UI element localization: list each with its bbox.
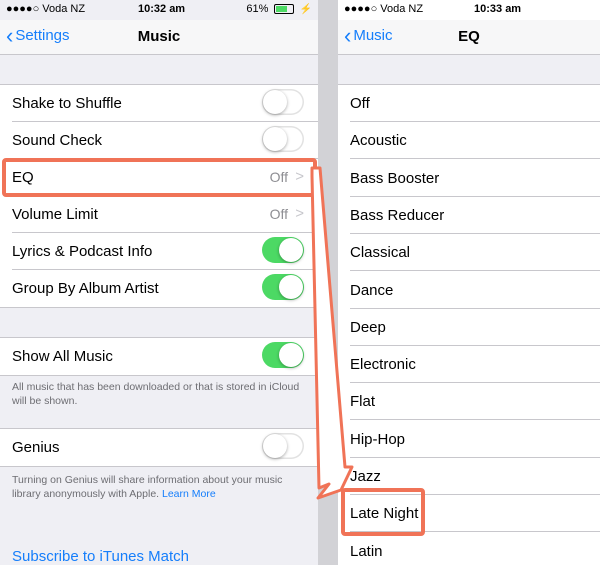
row-eq[interactable]: EQ Off > <box>0 159 318 196</box>
row-show-all-music: Show All Music <box>0 338 318 375</box>
eq-preset-label: Jazz <box>350 468 381 485</box>
eq-preset-item[interactable]: Jazz <box>338 458 600 495</box>
learn-more-link[interactable]: Learn More <box>162 488 216 500</box>
eq-preset-item[interactable]: Acoustic <box>338 122 600 160</box>
eq-preset-item[interactable]: Electronic <box>338 346 600 384</box>
eq-preset-item[interactable]: Off <box>338 85 600 122</box>
eq-preset-item[interactable]: Bass Booster <box>338 159 600 197</box>
row-shake-to-shuffle: Shake to Shuffle <box>0 85 318 122</box>
eq-preset-item[interactable]: Bass Reducer <box>338 196 600 234</box>
genius-footer-text: Turning on Genius will share information… <box>12 474 283 500</box>
eq-preset-label: Electronic <box>350 356 416 374</box>
eq-preset-item[interactable]: Dance <box>338 271 600 309</box>
eq-preset-label: Bass Booster <box>350 169 440 187</box>
battery-icon <box>274 4 295 15</box>
row-label: Shake to Shuffle <box>12 95 122 112</box>
row-label: Group By Album Artist <box>12 280 159 297</box>
row-volume-limit[interactable]: Volume Limit Off > <box>0 196 318 233</box>
eq-value: Off <box>269 169 288 185</box>
genius-toggle[interactable] <box>262 433 304 459</box>
status-time: 10:33 am <box>474 3 522 15</box>
battery-percent: 61% <box>246 3 269 15</box>
eq-preset-label: Hip-Hop <box>350 430 406 448</box>
row-label: Lyrics & Podcast Info <box>12 243 153 260</box>
row-label: EQ <box>12 169 34 186</box>
row-label: Genius <box>12 439 60 456</box>
eq-preset-label: Classical <box>350 244 411 262</box>
chevron-right-icon: > <box>295 205 304 222</box>
eq-preset-label: Acoustic <box>350 132 407 150</box>
subscribe-itunes-match-link[interactable]: Subscribe to iTunes Match <box>12 548 189 565</box>
genius-footer: Turning on Genius will share information… <box>12 473 308 501</box>
shake-to-shuffle-toggle[interactable] <box>262 89 304 115</box>
eq-screen: ●●●●○ Voda NZ 10:33 am ‹ Music EQ Off Acou… <box>338 0 600 565</box>
carrier-signal: ●●●●○ Voda NZ <box>6 3 86 15</box>
navigation-bar: ‹ Settings Music <box>0 20 318 55</box>
row-genius: Genius <box>0 429 318 466</box>
eq-preset-item[interactable]: Deep <box>338 308 600 346</box>
page-title: EQ <box>458 28 480 45</box>
eq-preset-label: Late Night <box>350 505 419 523</box>
row-label: Show All Music <box>12 348 113 365</box>
carrier-signal: ●●●●○ Voda NZ <box>344 3 424 15</box>
charging-icon: ⚡ <box>299 4 312 15</box>
eq-preset-label: Dance <box>350 281 394 299</box>
show-all-music-footer: All music that has been downloaded or th… <box>12 381 300 407</box>
status-time: 10:32 am <box>138 3 186 15</box>
eq-preset-item[interactable]: Classical <box>338 234 600 272</box>
status-bar: ●●●●○ Voda NZ 10:32 am 61% ⚡ <box>0 0 318 20</box>
navigation-bar: ‹ Music EQ <box>338 20 600 55</box>
row-sound-check: Sound Check <box>0 122 318 159</box>
page-title: Music <box>137 28 181 45</box>
show-all-music-toggle[interactable] <box>262 342 304 368</box>
eq-preset-label: Deep <box>350 318 386 336</box>
status-bar: ●●●●○ Voda NZ 10:33 am <box>338 0 600 20</box>
row-lyrics-podcast-info: Lyrics & Podcast Info <box>0 233 318 270</box>
row-group-by-album-artist: Group By Album Artist <box>0 270 318 307</box>
volume-limit-value: Off <box>269 206 288 222</box>
row-label: Volume Limit <box>12 206 98 223</box>
group-by-album-artist-toggle[interactable] <box>262 274 304 300</box>
eq-preset-label: Bass Reducer <box>350 206 445 224</box>
eq-preset-item[interactable]: Flat <box>338 383 600 421</box>
lyrics-podcast-info-toggle[interactable] <box>262 237 304 263</box>
sound-check-toggle[interactable] <box>262 126 304 152</box>
eq-preset-label: Off <box>350 95 370 112</box>
battery-indicator: 61% ⚡ <box>246 3 312 15</box>
row-label: Sound Check <box>12 132 103 149</box>
eq-preset-item[interactable]: Late Night <box>338 495 600 533</box>
eq-preset-item[interactable]: Latin <box>338 532 600 565</box>
screen-divider <box>318 0 338 565</box>
eq-preset-label: Flat <box>350 393 376 411</box>
eq-preset-label: Latin <box>350 542 383 560</box>
chevron-right-icon: > <box>295 168 304 185</box>
music-settings-screen: ●●●●○ Voda NZ 10:32 am 61% ⚡ ‹ Settings M… <box>0 0 318 565</box>
eq-preset-item[interactable]: Hip-Hop <box>338 420 600 458</box>
